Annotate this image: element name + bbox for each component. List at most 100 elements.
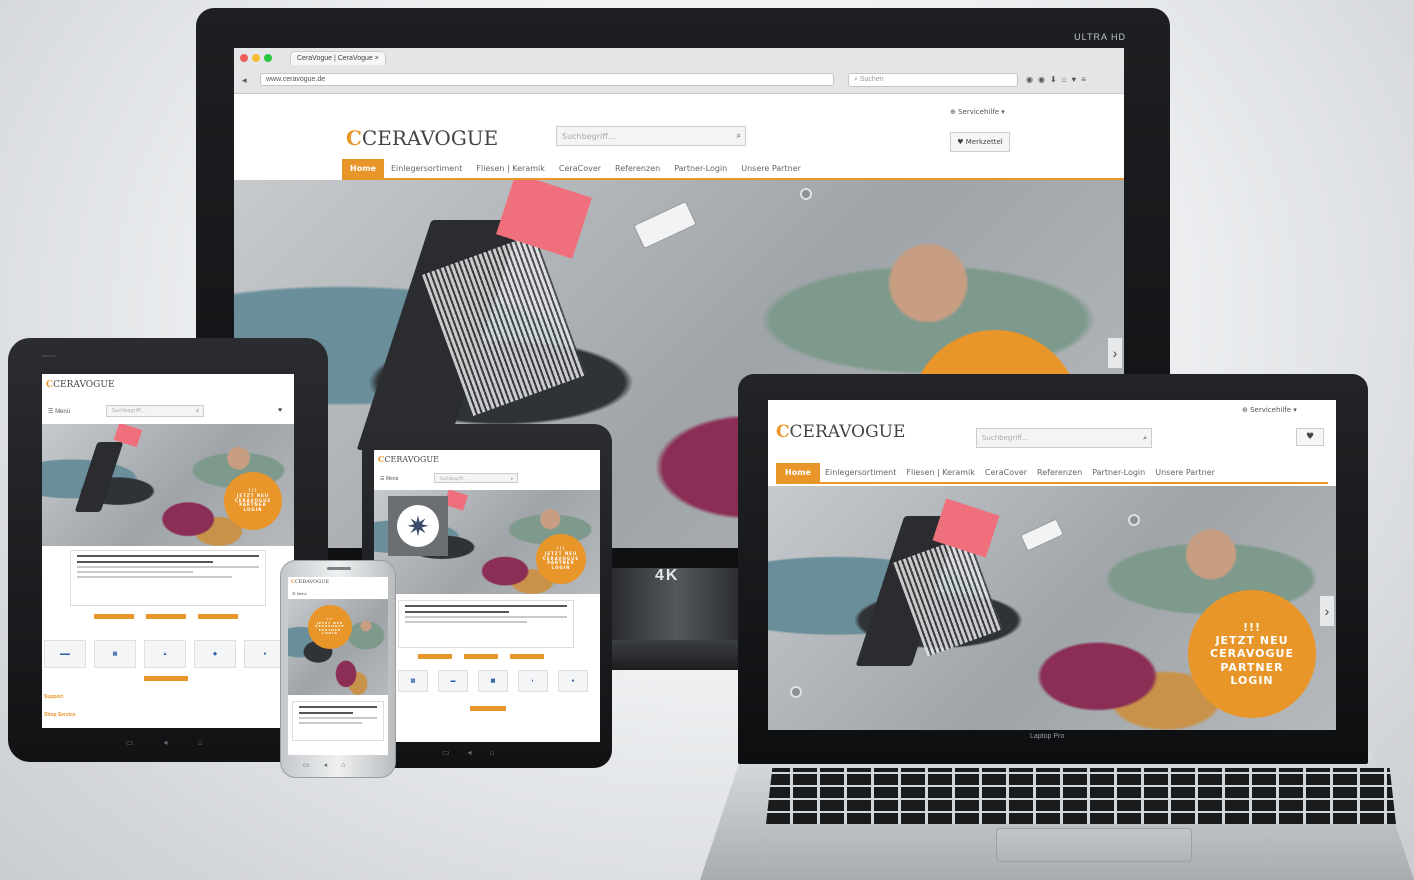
search-icon[interactable]: ⌕ bbox=[1143, 434, 1147, 443]
search-icon[interactable]: ⌕ bbox=[737, 131, 741, 141]
laptop-hero: › !!! JETZT NEU CERAVOGUE PARTNER LOGIN bbox=[768, 486, 1336, 730]
laptop-service-link[interactable]: ⊕ Servicehilfe ▾ bbox=[1242, 406, 1297, 414]
heart-icon: ♥ bbox=[957, 138, 964, 146]
merkzettel-button[interactable]: ♥ Merkzettel bbox=[950, 132, 1010, 152]
tablet-left-badge[interactable]: !!! JETZT NEU CERAVOGUE PARTNER LOGIN bbox=[224, 472, 282, 530]
tablet-middle: CCERAVOGUE ☰ Menü Suchbegriff... ⌕ !!! JE… bbox=[362, 424, 612, 768]
browser-tab[interactable]: CeraVogue | CeraVogue × bbox=[290, 51, 386, 65]
tablet-left-more-button[interactable] bbox=[144, 676, 188, 681]
search-icon[interactable]: ⌕ bbox=[196, 408, 199, 414]
service-link[interactable]: ⊕ Servicehilfe ▾ bbox=[950, 108, 1005, 116]
site-search-input[interactable]: Suchbegriff... ⌕ bbox=[556, 126, 746, 146]
laptop-trackpad[interactable] bbox=[996, 828, 1192, 862]
laptop-nav-referenzen[interactable]: Referenzen bbox=[1032, 463, 1087, 482]
laptop-search-input[interactable]: Suchbegriff... ⌕ bbox=[976, 428, 1152, 448]
nav-home[interactable]: Home bbox=[342, 159, 384, 178]
phone-menu-label: Menü bbox=[296, 591, 307, 596]
tablet-middle-menu[interactable]: ☰ Menü bbox=[380, 476, 398, 482]
nav-einlegersortiment[interactable]: Einlegersortiment bbox=[384, 159, 469, 178]
laptop-keyboard[interactable] bbox=[766, 768, 1396, 824]
sidebar-link-shop-service[interactable]: Shop Service bbox=[44, 712, 76, 718]
tablet-left-brand: ~~~~ bbox=[42, 354, 57, 360]
nav-partner-login[interactable]: Partner-Login bbox=[667, 159, 734, 178]
phone-badge[interactable]: !!! JETZT NEU CERAVOGUE PARTNER LOGIN bbox=[308, 605, 352, 649]
tablet-middle-button-2[interactable] bbox=[464, 654, 498, 659]
hero-pin-icon-2[interactable] bbox=[790, 686, 802, 698]
laptop-logo[interactable]: CCERAVOGUE bbox=[776, 422, 905, 442]
tablet-left-softkeys[interactable]: ▭◂⌂ bbox=[126, 738, 232, 747]
badge-line-3: PARTNER bbox=[1220, 660, 1284, 674]
chevron-right-icon[interactable]: › bbox=[1108, 338, 1122, 368]
tablet-left-menu-label: Menü bbox=[55, 409, 71, 415]
tablet-middle-overlay-widget[interactable]: ✷ bbox=[388, 496, 448, 556]
search-icon[interactable]: ⌕ bbox=[511, 476, 513, 481]
laptop-partner-login-badge[interactable]: !!! JETZT NEU CERAVOGUE PARTNER LOGIN bbox=[1188, 590, 1316, 718]
laptop-main-nav: Home Einlegersortiment Fliesen | Keramik… bbox=[776, 462, 1328, 484]
nav-referenzen[interactable]: Referenzen bbox=[608, 159, 667, 178]
phone-textcard bbox=[292, 701, 384, 741]
chevron-right-icon[interactable]: › bbox=[1320, 596, 1334, 626]
tablet-left-logo[interactable]: CCERAVOGUE bbox=[46, 380, 115, 390]
tablet-middle-logo[interactable]: CCERAVOGUE bbox=[378, 454, 439, 464]
heart-icon[interactable]: ♥ bbox=[278, 407, 282, 414]
tablet-middle-button-3[interactable] bbox=[510, 654, 544, 659]
nav-fliesen-keramik[interactable]: Fliesen | Keramik bbox=[469, 159, 552, 178]
menu-icon: ☰ bbox=[380, 476, 385, 482]
partner-logo-8[interactable]: ▦ bbox=[478, 670, 508, 692]
site-logo[interactable]: CCERAVOGUE bbox=[346, 126, 498, 150]
tablet-left-button-1[interactable] bbox=[94, 614, 134, 619]
tablet-middle-badge[interactable]: !!! JETZT NEU CERAVOGUE PARTNER LOGIN bbox=[536, 534, 586, 584]
tablet-middle-button-1[interactable] bbox=[418, 654, 452, 659]
laptop-nav-unsere-partner[interactable]: Unsere Partner bbox=[1150, 463, 1220, 482]
laptop-nav-einlegersortiment[interactable]: Einlegersortiment bbox=[820, 463, 901, 482]
window-zoom-button[interactable] bbox=[264, 54, 272, 62]
phone-menu[interactable]: ☰ Menü bbox=[292, 591, 307, 596]
star-icon: ✷ bbox=[397, 505, 439, 547]
hero-laptop-screen bbox=[74, 442, 124, 512]
browser-search-placeholder: Suchen bbox=[859, 76, 884, 83]
tablet-left-search[interactable]: Suchbegriff... ⌕ bbox=[106, 405, 204, 417]
phone-softkeys[interactable]: ▭◂⌂ bbox=[303, 761, 359, 769]
toolbar-icons[interactable]: ◉◉⬇⌂♥≡ bbox=[1026, 75, 1091, 84]
service-link-label: Servicehilfe bbox=[958, 108, 1000, 116]
badge-line-1: JETZT NEU bbox=[1215, 634, 1289, 648]
browser-search-input[interactable]: ⌕ Suchen bbox=[848, 73, 1018, 87]
tablet-left-button-2[interactable] bbox=[146, 614, 186, 619]
phone-logo[interactable]: CCERAVOGUE bbox=[291, 579, 329, 585]
main-nav: Home Einlegersortiment Fliesen | Keramik… bbox=[342, 158, 1124, 180]
merkzettel-label: Merkzettel bbox=[965, 138, 1003, 146]
browser-chrome: CeraVogue | CeraVogue × ◂ www.ceravogue.… bbox=[234, 48, 1124, 94]
laptop-nav-home[interactable]: Home bbox=[776, 463, 820, 482]
laptop-nav-ceracover[interactable]: CeraCover bbox=[980, 463, 1032, 482]
partner-logo-3[interactable]: ▲ bbox=[144, 640, 186, 668]
laptop-nav-fliesen-keramik[interactable]: Fliesen | Keramik bbox=[901, 463, 980, 482]
tablet-left-menu[interactable]: ☰ Menü bbox=[48, 408, 70, 415]
partner-logo-10[interactable]: ● bbox=[558, 670, 588, 692]
back-arrow-icon[interactable]: ◂ bbox=[242, 75, 247, 86]
tablet-middle-logo-text: CERAVOGUE bbox=[384, 455, 439, 464]
hero-pin-icon[interactable] bbox=[800, 188, 812, 200]
window-close-button[interactable] bbox=[240, 54, 248, 62]
window-minimize-button[interactable] bbox=[252, 54, 260, 62]
tablet-left-button-3[interactable] bbox=[198, 614, 238, 619]
menu-icon: ☰ bbox=[292, 591, 296, 596]
tablet-middle-more-button[interactable] bbox=[470, 706, 506, 711]
badge-line-4: LOGIN bbox=[1230, 673, 1274, 687]
partner-logo-7[interactable]: ▬ bbox=[438, 670, 468, 692]
nav-unsere-partner[interactable]: Unsere Partner bbox=[734, 159, 808, 178]
tablet-middle-search[interactable]: Suchbegriff... ⌕ bbox=[434, 473, 518, 483]
nav-ceracover[interactable]: CeraCover bbox=[552, 159, 608, 178]
laptop-merkzettel-button[interactable]: ♥ bbox=[1296, 428, 1324, 446]
tablet-middle-menu-label: Menü bbox=[385, 476, 399, 482]
partner-logo-9[interactable]: ◐ bbox=[518, 670, 548, 692]
partner-logo-1[interactable]: ▬▬ bbox=[44, 640, 86, 668]
sidebar-link-support[interactable]: Support bbox=[44, 694, 63, 700]
tablet-middle-softkeys[interactable]: ▭◂⌂ bbox=[442, 748, 512, 757]
partner-logo-6[interactable]: ▥ bbox=[398, 670, 428, 692]
url-bar[interactable]: www.ceravogue.de bbox=[260, 73, 834, 86]
heart-icon: ♥ bbox=[1305, 432, 1315, 442]
partner-logo-2[interactable]: ▤ bbox=[94, 640, 136, 668]
hero-pin-icon[interactable] bbox=[1128, 514, 1140, 526]
laptop-nav-partner-login[interactable]: Partner-Login bbox=[1087, 463, 1150, 482]
partner-logo-4[interactable]: ◆ bbox=[194, 640, 236, 668]
